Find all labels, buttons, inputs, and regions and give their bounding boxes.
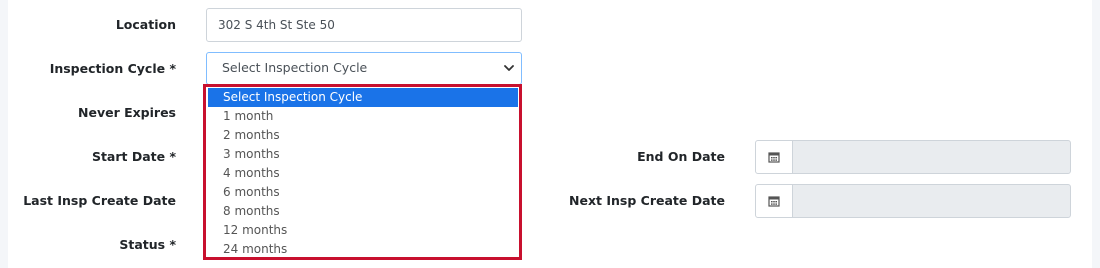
dropdown-option[interactable]: Select Inspection Cycle [208, 88, 518, 107]
end-on-date-label: End On Date [637, 149, 725, 164]
status-label: Status * [119, 237, 176, 252]
never-expires-label: Never Expires [78, 105, 176, 120]
dropdown-option[interactable]: 12 months [208, 221, 518, 240]
next-insp-create-date-input[interactable] [792, 184, 1071, 218]
calendar-icon [768, 196, 780, 207]
dropdown-option[interactable]: 3 months [208, 145, 518, 164]
form-card [8, 0, 1092, 268]
inspection-cycle-select[interactable]: Select Inspection Cycle [206, 52, 522, 85]
next-insp-create-date-group [755, 184, 1071, 218]
next-insp-date-picker-button[interactable] [755, 184, 793, 218]
dropdown-option[interactable]: 24 months [208, 240, 518, 259]
calendar-icon [768, 152, 780, 163]
start-date-label: Start Date * [91, 149, 176, 164]
dropdown-option[interactable]: 2 months [208, 126, 518, 145]
inspection-cycle-selected-value: Select Inspection Cycle [222, 60, 368, 75]
location-input[interactable]: 302 S 4th St Ste 50 [206, 8, 522, 42]
dropdown-option[interactable]: 4 months [208, 164, 518, 183]
last-insp-create-date-label: Last Insp Create Date [23, 193, 176, 208]
inspection-cycle-dropdown: Select Inspection Cycle 1 month 2 months… [208, 88, 518, 256]
inspection-cycle-label: Inspection Cycle * [49, 61, 176, 76]
next-insp-create-date-label: Next Insp Create Date [569, 193, 725, 208]
dropdown-option[interactable]: 8 months [208, 202, 518, 221]
chevron-down-icon [504, 65, 514, 71]
dropdown-option[interactable]: 6 months [208, 183, 518, 202]
dropdown-option[interactable]: 1 month [208, 107, 518, 126]
end-on-date-input[interactable] [792, 140, 1071, 174]
end-on-date-picker-button[interactable] [755, 140, 793, 174]
location-label: Location [115, 17, 176, 32]
end-on-date-group [755, 140, 1071, 174]
